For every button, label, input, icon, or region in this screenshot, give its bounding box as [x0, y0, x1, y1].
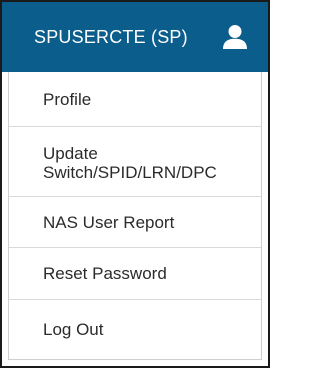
menu-item-log-out[interactable]: Log Out: [9, 300, 261, 359]
username-label: SPUSERCTE (SP): [34, 26, 188, 47]
menu-item-label: Log Out: [43, 320, 104, 339]
menu-item-nas-user-report[interactable]: NAS User Report: [9, 197, 261, 248]
menu-item-label-line2: Switch/SPID/LRN/DPC: [43, 162, 217, 182]
user-menu-list: Profile Update Switch/SPID/LRN/DPC NAS U…: [8, 72, 262, 360]
menu-item-label-line1: Update: [43, 143, 98, 163]
menu-item-label: Update Switch/SPID/LRN/DPC: [43, 142, 217, 182]
menu-item-label: Reset Password: [43, 264, 167, 283]
menu-item-label: Profile: [43, 89, 92, 109]
user-dropdown-panel: SPUSERCTE (SP) Profile Update Switch/SPI…: [0, 0, 270, 368]
menu-item-reset-password[interactable]: Reset Password: [9, 248, 261, 300]
menu-item-profile[interactable]: Profile: [9, 72, 261, 127]
menu-item-label: NAS User Report: [43, 212, 175, 232]
user-menu-header[interactable]: SPUSERCTE (SP): [2, 2, 268, 72]
menu-item-update-switch[interactable]: Update Switch/SPID/LRN/DPC: [9, 127, 261, 197]
user-icon[interactable]: [220, 23, 250, 51]
